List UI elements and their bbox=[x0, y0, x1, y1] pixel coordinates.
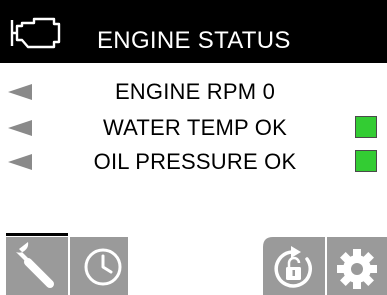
status-row-rpm[interactable]: ENGINE RPM 0 bbox=[0, 77, 387, 107]
status-row-oil-pressure[interactable]: OIL PRESSURE OK bbox=[0, 147, 387, 177]
engine-rpm-label: ENGINE RPM 0 bbox=[114, 79, 276, 104]
left-arrow-icon bbox=[8, 154, 32, 170]
left-arrow-icon bbox=[8, 84, 32, 100]
engine-icon bbox=[10, 17, 61, 49]
oil-pressure-label: OIL PRESSURE OK bbox=[93, 149, 297, 174]
left-arrow-icon bbox=[8, 120, 32, 136]
status-row-water-temp[interactable]: WATER TEMP OK bbox=[0, 113, 387, 143]
oil-pressure-status-indicator bbox=[355, 150, 377, 172]
gear-icon bbox=[337, 249, 377, 289]
selected-tab-indicator bbox=[6, 233, 68, 236]
unlock-softkey[interactable] bbox=[263, 237, 325, 295]
settings-softkey[interactable] bbox=[327, 237, 387, 295]
water-temp-label: WATER TEMP OK bbox=[103, 115, 287, 140]
tools-softkey[interactable] bbox=[6, 237, 68, 295]
page-title: ENGINE STATUS bbox=[97, 27, 291, 54]
water-temp-status-indicator bbox=[355, 116, 377, 138]
header-bar: ENGINE STATUS bbox=[0, 0, 387, 63]
clock-softkey[interactable] bbox=[70, 237, 128, 295]
